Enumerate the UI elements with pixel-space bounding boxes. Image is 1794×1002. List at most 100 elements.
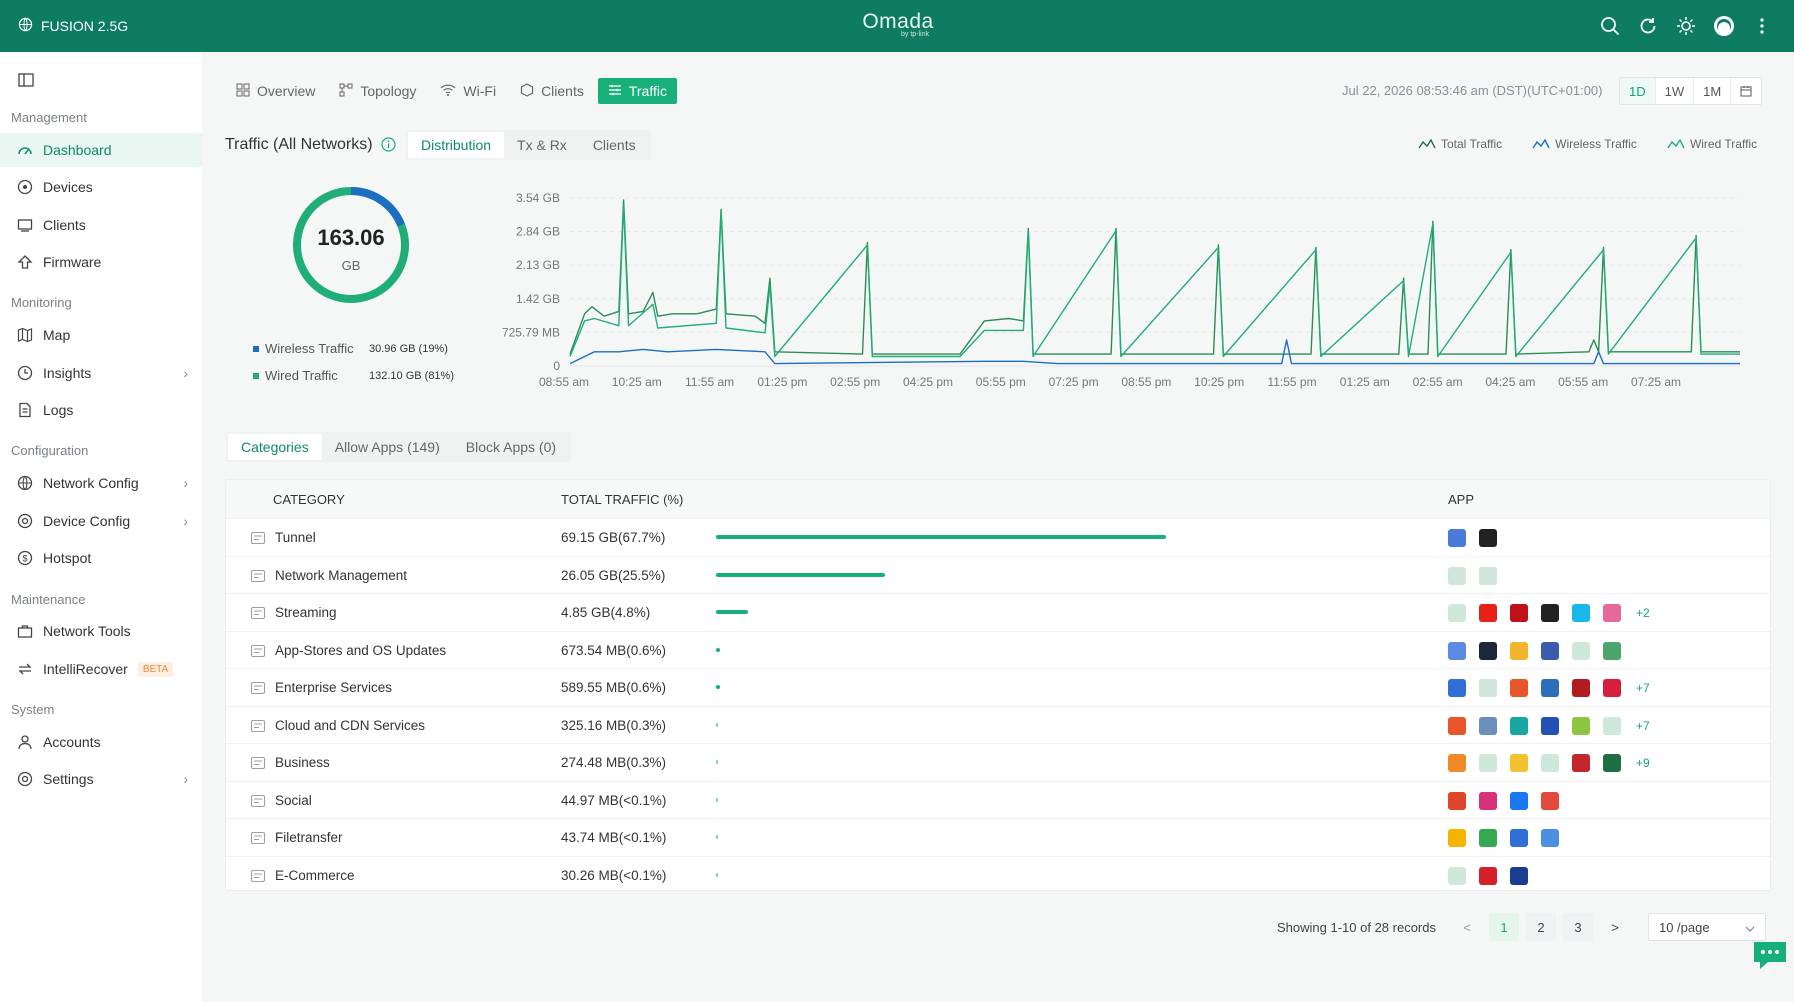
- subtab-clients[interactable]: Clients: [580, 132, 649, 158]
- more-apps-link[interactable]: +9: [1636, 756, 1650, 770]
- sidebar-item-accounts[interactable]: Accounts: [0, 725, 202, 759]
- app-icon[interactable]: [1510, 829, 1528, 847]
- sidebar-item-settings[interactable]: Settings ›: [0, 762, 202, 796]
- next-page-button[interactable]: >: [1600, 913, 1630, 941]
- app-icon[interactable]: [1603, 716, 1621, 735]
- app-icon[interactable]: [1541, 829, 1559, 847]
- app-icon[interactable]: [1510, 641, 1528, 660]
- app-icon[interactable]: [1448, 679, 1466, 697]
- app-icon[interactable]: [1448, 829, 1466, 847]
- page-3[interactable]: 3: [1562, 913, 1593, 941]
- app-icon[interactable]: [1510, 754, 1528, 772]
- app-icon[interactable]: [1448, 529, 1466, 547]
- sidebar-item-logs[interactable]: Logs: [0, 393, 202, 427]
- app-icon[interactable]: [1572, 604, 1590, 622]
- page-1[interactable]: 1: [1488, 913, 1519, 941]
- tab-topology[interactable]: Topology: [329, 78, 426, 104]
- app-icon[interactable]: [1603, 754, 1621, 772]
- sidebar-item-device-config[interactable]: Device Config ›: [0, 504, 202, 538]
- app-icon[interactable]: [1448, 566, 1466, 585]
- site-selector[interactable]: FUSION 2.5G: [18, 17, 128, 35]
- range-1d[interactable]: 1D: [1620, 78, 1656, 104]
- app-icon[interactable]: [1448, 716, 1466, 735]
- app-icon[interactable]: [1541, 791, 1559, 810]
- calendar-icon[interactable]: [1731, 78, 1761, 104]
- legend-total[interactable]: Total Traffic: [1418, 137, 1502, 151]
- app-icon[interactable]: [1572, 716, 1590, 735]
- app-icon[interactable]: [1479, 866, 1497, 885]
- app-icon[interactable]: [1479, 566, 1497, 585]
- app-icon[interactable]: [1541, 754, 1559, 772]
- table-row[interactable]: Cloud and CDN Services 325.16 MB(0.3%) +7: [226, 705, 1770, 744]
- tab-clients[interactable]: Clients: [510, 78, 594, 104]
- series-line-wired-traffic[interactable]: [569, 203, 1740, 358]
- app-icon[interactable]: [1479, 829, 1497, 847]
- app-icon[interactable]: [1510, 604, 1528, 622]
- app-icon[interactable]: [1448, 791, 1466, 810]
- user-avatar[interactable]: [1712, 14, 1736, 38]
- app-icon[interactable]: [1479, 716, 1497, 735]
- sidebar-item-map[interactable]: Map: [0, 318, 202, 352]
- legend-wired[interactable]: Wired Traffic: [1667, 137, 1757, 151]
- app-icon[interactable]: [1541, 716, 1559, 735]
- theme-sun-icon[interactable]: [1674, 14, 1698, 38]
- table-row[interactable]: Enterprise Services 589.55 MB(0.6%) +7: [226, 668, 1770, 706]
- sidebar-item-dashboard[interactable]: Dashboard: [0, 133, 202, 167]
- table-row[interactable]: Streaming 4.85 GB(4.8%) +2: [226, 593, 1770, 631]
- tab-overview[interactable]: Overview: [226, 78, 325, 104]
- app-icon[interactable]: [1541, 604, 1559, 622]
- app-icon[interactable]: [1479, 641, 1497, 660]
- app-icon[interactable]: [1541, 679, 1559, 697]
- app-icon[interactable]: [1448, 866, 1466, 885]
- table-row[interactable]: App-Stores and OS Updates 673.54 MB(0.6%): [226, 630, 1770, 669]
- app-icon[interactable]: [1510, 791, 1528, 810]
- app-icon[interactable]: [1448, 754, 1466, 772]
- app-icon[interactable]: [1541, 641, 1559, 660]
- info-icon[interactable]: [381, 137, 396, 155]
- app-icon[interactable]: [1603, 641, 1621, 660]
- range-1m[interactable]: 1M: [1694, 78, 1732, 104]
- sidebar-item-network-tools[interactable]: Network Tools: [0, 614, 202, 648]
- page-2[interactable]: 2: [1525, 913, 1556, 941]
- app-icon[interactable]: [1479, 679, 1497, 697]
- app-icon[interactable]: [1510, 866, 1528, 885]
- search-icon[interactable]: [1598, 14, 1622, 38]
- table-row[interactable]: Social 44.97 MB(<0.1%): [226, 780, 1770, 819]
- more-vertical-icon[interactable]: [1750, 14, 1774, 38]
- app-icon[interactable]: [1479, 791, 1497, 810]
- table-row[interactable]: E-Commerce 30.26 MB(<0.1%): [226, 855, 1770, 894]
- tab-wifi[interactable]: Wi-Fi: [430, 78, 506, 104]
- page-size-select[interactable]: 10 /page: [1647, 913, 1766, 941]
- sidebar-item-intellirecover[interactable]: IntelliRecover BETA: [0, 652, 202, 686]
- app-icon[interactable]: [1479, 529, 1497, 547]
- more-apps-link[interactable]: +7: [1636, 681, 1650, 695]
- app-icon[interactable]: [1479, 754, 1497, 772]
- series-line-wireless-traffic[interactable]: [569, 339, 1740, 365]
- sidebar-item-devices[interactable]: Devices: [0, 170, 202, 204]
- app-icon[interactable]: [1448, 604, 1466, 622]
- chat-support-icon[interactable]: [1752, 940, 1788, 972]
- more-apps-link[interactable]: +7: [1636, 719, 1650, 733]
- sidebar-item-insights[interactable]: Insights ›: [0, 356, 202, 390]
- app-icon[interactable]: [1479, 604, 1497, 622]
- table-row[interactable]: Business 274.48 MB(0.3%) +9: [226, 743, 1770, 781]
- more-apps-link[interactable]: +2: [1636, 606, 1650, 620]
- tab-block-apps[interactable]: Block Apps (0): [453, 434, 569, 460]
- table-row[interactable]: Tunnel 69.15 GB(67.7%): [226, 518, 1770, 556]
- app-icon[interactable]: [1448, 641, 1466, 660]
- app-icon[interactable]: [1603, 604, 1621, 622]
- app-icon[interactable]: [1510, 716, 1528, 735]
- subtab-txrx[interactable]: Tx & Rx: [504, 132, 580, 158]
- app-icon[interactable]: [1510, 679, 1528, 697]
- sidebar-item-firmware[interactable]: Firmware: [0, 245, 202, 279]
- refresh-icon[interactable]: [1636, 14, 1660, 38]
- legend-wireless[interactable]: Wireless Traffic: [1532, 137, 1637, 151]
- app-icon[interactable]: [1572, 641, 1590, 660]
- sidebar-item-hotspot[interactable]: $ Hotspot: [0, 541, 202, 575]
- tab-traffic[interactable]: Traffic: [597, 78, 677, 104]
- subtab-distribution[interactable]: Distribution: [408, 132, 505, 158]
- app-icon[interactable]: [1572, 679, 1590, 697]
- table-row[interactable]: Network Management 26.05 GB(25.5%): [226, 555, 1770, 594]
- range-1w[interactable]: 1W: [1656, 78, 1695, 104]
- sidebar-item-clients[interactable]: Clients: [0, 208, 202, 242]
